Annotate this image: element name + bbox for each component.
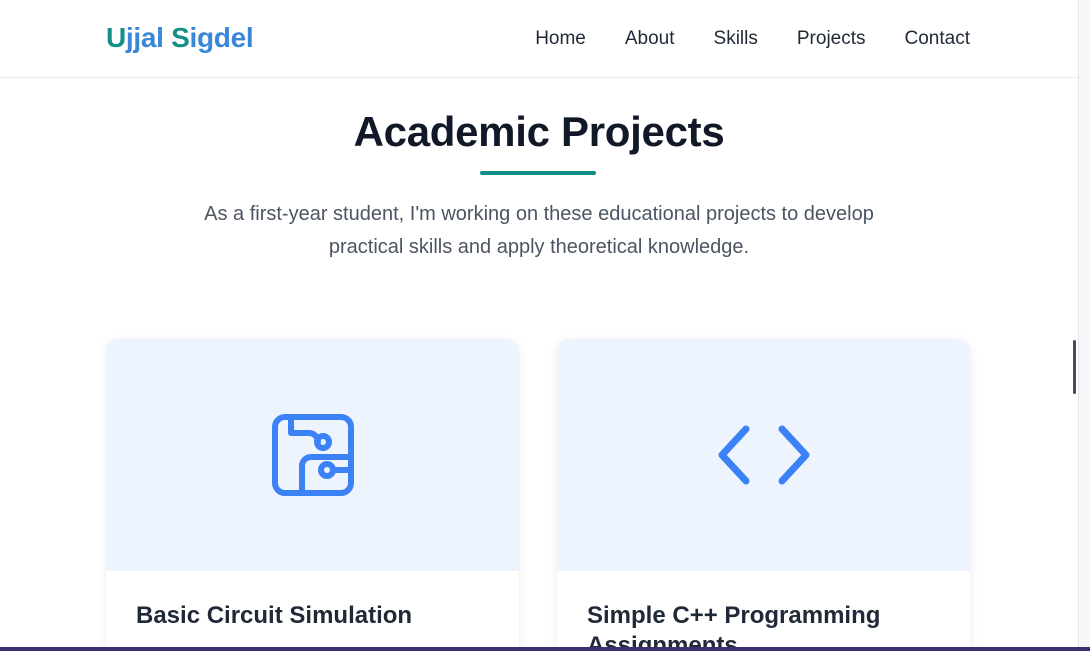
nav-about[interactable]: About (625, 27, 675, 51)
nav-contact[interactable]: Contact (905, 27, 970, 51)
project-card-media (106, 339, 519, 571)
nav-skills[interactable]: Skills (714, 27, 758, 51)
window-frame (0, 647, 1090, 651)
page-viewport: Ujjal Sigdel Home About Skills Projects … (0, 0, 1078, 651)
site-logo[interactable]: Ujjal Sigdel (106, 22, 254, 54)
logo-last-name: Sigdel (171, 22, 254, 53)
title-underline (480, 171, 596, 175)
nav-home[interactable]: Home (535, 27, 586, 51)
scrollbar-thumb[interactable] (1073, 340, 1076, 394)
site-header: Ujjal Sigdel Home About Skills Projects … (0, 0, 1078, 78)
logo-first-name: Ujjal (106, 22, 164, 53)
project-card-circuit[interactable]: Basic Circuit Simulation (106, 339, 519, 651)
circuit-board-icon (271, 414, 354, 496)
project-card-title: Basic Circuit Simulation (136, 602, 413, 629)
section-intro: As a first-year student, I'm working on … (204, 203, 874, 258)
main-nav: Home About Skills Projects Contact (535, 27, 970, 51)
nav-projects[interactable]: Projects (797, 27, 866, 51)
project-card-media (557, 339, 970, 571)
code-icon (718, 425, 809, 485)
section-title: Academic Projects (353, 108, 725, 155)
project-card-title: Simple C++ Programming Assignments (587, 602, 881, 651)
scrollbar-track[interactable] (1078, 0, 1090, 651)
project-card-cpp[interactable]: Simple C++ Programming Assignments (557, 339, 970, 651)
